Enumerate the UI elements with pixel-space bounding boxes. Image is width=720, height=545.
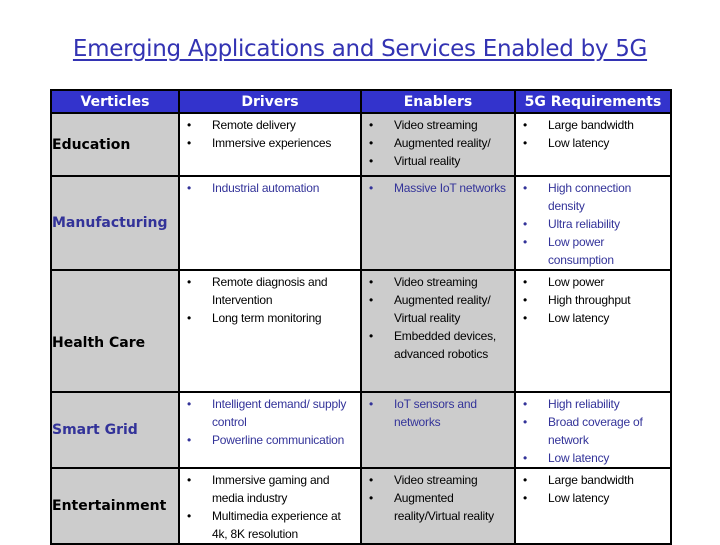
list-item: • IoT sensors and networks xyxy=(369,397,477,429)
bullet-icon: • xyxy=(523,217,528,231)
drivers-cell: • Industrial automation xyxy=(178,175,362,271)
vertical-cell: Manufacturing xyxy=(50,175,180,271)
drivers-cell: • Intelligent demand/ supply control • Pow… xyxy=(178,391,362,469)
list-item: • Augmented reality/ Virtual reality xyxy=(369,293,491,325)
list-item: • Low power consumption xyxy=(523,235,614,267)
requirements-cell: • Large bandwidth • Low latency xyxy=(514,467,672,545)
header-requirements: 5G Requirements xyxy=(514,89,672,114)
list-item: • Long term monitoring xyxy=(187,311,322,325)
list-item: • Large bandwidth xyxy=(523,473,634,487)
list-item: • Video streaming xyxy=(369,473,478,487)
header-enablers: Enablers xyxy=(360,89,516,114)
list-item: • Embedded devices, advanced robotics xyxy=(369,329,496,361)
list-item: • Immersive experiences xyxy=(187,136,332,150)
bullet-icon: • xyxy=(187,118,192,132)
bullet-icon: • xyxy=(523,275,528,289)
header-row: Verticles Drivers Enablers 5G Requiremen… xyxy=(50,89,672,114)
list-item: • Large bandwidth xyxy=(523,118,634,132)
list-item: • Multimedia experience at 4k, 8K resolut… xyxy=(187,509,341,541)
list-item: • Low power xyxy=(523,275,605,289)
table-row-education: Education • Remote delivery • Immersive ex… xyxy=(50,112,672,177)
list-item: • Remote diagnosis and Intervention xyxy=(187,275,328,307)
list-item: • Low latency xyxy=(523,311,610,325)
bullet-icon: • xyxy=(523,473,528,487)
requirements-cell: • High connection density • Ultra reliabil… xyxy=(514,175,672,271)
table-row-entertainment: Entertainment • Immersive gaming and medi… xyxy=(50,467,672,545)
list-item: • High connection density xyxy=(523,181,632,213)
list-item: • Video streaming xyxy=(369,275,478,289)
table-row-health-care: Health Care • Remote diagnosis and Interv… xyxy=(50,269,672,393)
drivers-cell: • Remote delivery • Immersive experiences xyxy=(178,112,362,177)
enablers-cell: • Video streaming • Augmented reality/ Vir… xyxy=(360,269,516,393)
list-item: • Video streaming xyxy=(369,118,478,132)
applications-table: Verticles Drivers Enablers 5G Requiremen… xyxy=(50,89,672,545)
enablers-cell: • IoT sensors and networks xyxy=(360,391,516,469)
list-item: • High reliability xyxy=(523,397,620,411)
bullet-icon: • xyxy=(369,397,374,411)
list-item: • Immersive gaming and media industry xyxy=(187,473,330,505)
bullet-icon: • xyxy=(187,433,192,447)
list-item: • Augmented reality/Virtual reality xyxy=(369,491,494,523)
bullet-icon: • xyxy=(369,473,374,487)
bullet-icon: • xyxy=(187,311,192,325)
drivers-cell: • Immersive gaming and media industry • Mu… xyxy=(178,467,362,545)
bullet-icon: • xyxy=(523,415,528,429)
list-item: • Ultra reliability xyxy=(523,217,620,231)
table-row-smart-grid: Smart Grid • Intelligent demand/ supply c… xyxy=(50,391,672,469)
page-title: Emerging Applications and Services Enabl… xyxy=(72,36,648,62)
bullet-icon: • xyxy=(369,181,374,195)
bullet-icon: • xyxy=(187,275,192,289)
bullet-icon: • xyxy=(369,329,374,343)
bullet-icon: • xyxy=(187,397,192,411)
bullet-icon: • xyxy=(523,311,528,325)
list-item: • Low latency xyxy=(523,491,610,505)
list-item: • Broad coverage of network xyxy=(523,415,643,447)
bullet-icon: • xyxy=(523,491,528,505)
bullet-icon: • xyxy=(523,181,528,195)
bullet-icon: • xyxy=(187,509,192,523)
bullet-icon: • xyxy=(369,154,374,168)
requirements-cell: • Large bandwidth • Low latency xyxy=(514,112,672,177)
list-item: • Augmented reality/ xyxy=(369,136,491,150)
list-item: • Massive IoT networks xyxy=(369,181,506,195)
bullet-icon: • xyxy=(369,293,374,307)
requirements-cell: • High reliability • Broad coverage of net… xyxy=(514,391,672,469)
enablers-cell: • Massive IoT networks xyxy=(360,175,516,271)
list-item: • Remote delivery xyxy=(187,118,296,132)
drivers-cell: • Remote diagnosis and Intervention • Long… xyxy=(178,269,362,393)
bullet-icon: • xyxy=(187,136,192,150)
vertical-cell: Entertainment xyxy=(50,467,180,545)
requirements-cell: • Low power • High throughput • Low latency xyxy=(514,269,672,393)
list-item: • High throughput xyxy=(523,293,631,307)
bullet-icon: • xyxy=(369,491,374,505)
list-item: • Powerline communication xyxy=(187,433,345,447)
bullet-icon: • xyxy=(187,473,192,487)
bullet-icon: • xyxy=(187,181,192,195)
bullet-icon: • xyxy=(523,235,528,249)
list-item: • Virtual reality xyxy=(369,154,461,168)
vertical-cell: Education xyxy=(50,112,180,177)
list-item: • Industrial automation xyxy=(187,181,320,195)
enablers-cell: • Video streaming • Augmented reality/ • Vi… xyxy=(360,112,516,177)
vertical-cell: Smart Grid xyxy=(50,391,180,469)
vertical-cell: Health Care xyxy=(50,269,180,393)
table-row-manufacturing: Manufacturing • Industrial automation • Ma… xyxy=(50,175,672,271)
list-item: • Low latency xyxy=(523,451,610,465)
bullet-icon: • xyxy=(523,293,528,307)
bullet-icon: • xyxy=(369,118,374,132)
bullet-icon: • xyxy=(369,136,374,150)
header-verticles: Verticles xyxy=(50,89,180,114)
bullet-icon: • xyxy=(369,275,374,289)
list-item: • Intelligent demand/ supply control xyxy=(187,397,347,429)
bullet-icon: • xyxy=(523,136,528,150)
bullet-icon: • xyxy=(523,451,528,465)
bullet-icon: • xyxy=(523,118,528,132)
list-item: • Low latency xyxy=(523,136,610,150)
bullet-icon: • xyxy=(523,397,528,411)
enablers-cell: • Video streaming • Augmented reality/Virt… xyxy=(360,467,516,545)
header-drivers: Drivers xyxy=(178,89,362,114)
